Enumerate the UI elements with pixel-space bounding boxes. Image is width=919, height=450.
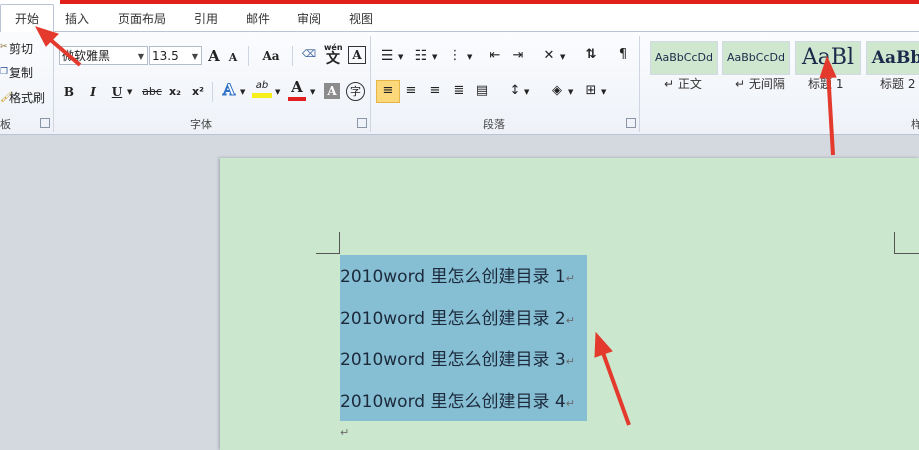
arrow-to-heading-style	[819, 55, 837, 156]
arrow-to-home-tab	[34, 26, 82, 67]
arrow-to-selection	[594, 331, 631, 426]
annotation-arrows	[34, 26, 837, 426]
